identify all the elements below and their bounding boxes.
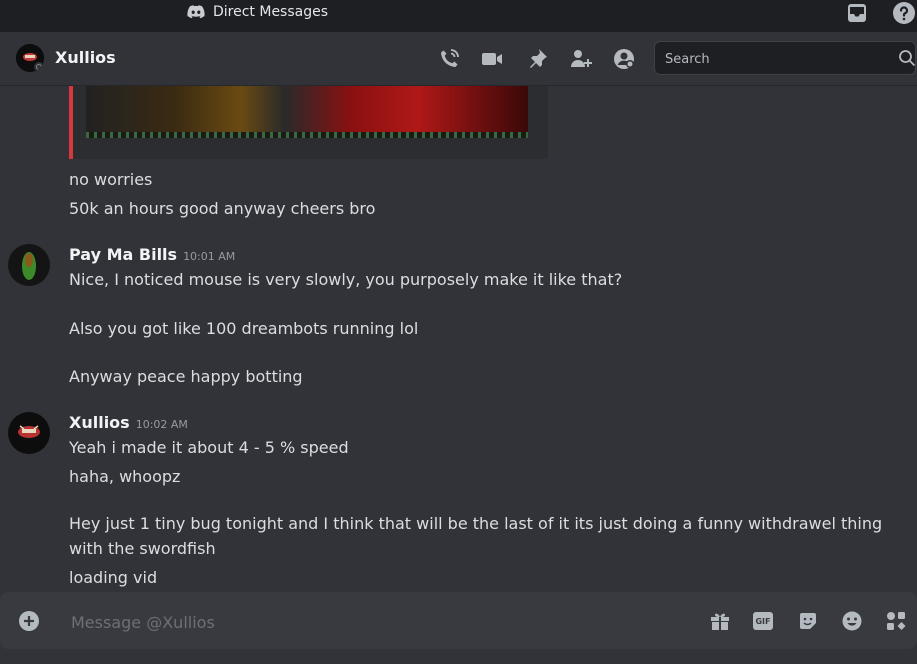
gif-icon[interactable]: GIF bbox=[753, 610, 775, 632]
embed-image[interactable] bbox=[86, 86, 528, 138]
emoji-icon[interactable] bbox=[841, 610, 863, 632]
header-username: Xullios bbox=[55, 48, 116, 67]
sticker-icon[interactable] bbox=[797, 610, 819, 632]
avatar-image bbox=[8, 412, 50, 454]
discord-icon bbox=[187, 5, 205, 19]
message-author[interactable]: Pay Ma Bills 10:01 AM bbox=[69, 245, 235, 264]
author-name[interactable]: Xullios bbox=[69, 413, 130, 432]
inbox-icon bbox=[848, 4, 866, 22]
message-text: loading vid bbox=[69, 568, 158, 587]
message-timestamp: 10:01 AM bbox=[183, 250, 236, 263]
message-timestamp: 10:02 AM bbox=[135, 418, 188, 431]
message-text: Yeah i made it about 4 - 5 % speed bbox=[69, 438, 349, 457]
user-avatar[interactable] bbox=[8, 412, 50, 454]
message-text: 50k an hours good anyway cheers bro bbox=[69, 199, 376, 218]
profile-icon[interactable] bbox=[612, 47, 636, 71]
message-input[interactable] bbox=[69, 610, 673, 634]
pin-icon[interactable] bbox=[525, 47, 549, 71]
message-list: no worries 50k an hours good anyway chee… bbox=[0, 86, 917, 592]
message-text: Nice, I noticed mouse is very slowly, yo… bbox=[69, 270, 623, 289]
titlebar: Direct Messages bbox=[0, 0, 917, 26]
help-button[interactable] bbox=[892, 1, 916, 29]
message-text: Anyway peace happy botting bbox=[69, 367, 303, 386]
apps-icon[interactable] bbox=[885, 610, 907, 632]
gif-label: GIF bbox=[755, 616, 771, 626]
message-text: haha, whoopz bbox=[69, 467, 181, 486]
message-composer[interactable]: GIF bbox=[0, 592, 917, 649]
gift-icon[interactable] bbox=[709, 610, 731, 632]
add-friend-icon[interactable] bbox=[569, 47, 593, 71]
titlebar-title: Direct Messages bbox=[213, 4, 329, 20]
search-input[interactable] bbox=[663, 48, 887, 70]
plus-icon[interactable] bbox=[18, 610, 40, 632]
avatar-image bbox=[8, 244, 50, 286]
inbox-button[interactable] bbox=[846, 2, 868, 28]
message-author[interactable]: Xullios 10:02 AM bbox=[69, 413, 188, 432]
dm-header: Xullios bbox=[0, 32, 917, 86]
message-text: Also you got like 100 dreambots running … bbox=[69, 319, 419, 338]
help-icon bbox=[893, 2, 915, 24]
status-indicator bbox=[34, 62, 44, 72]
header-avatar[interactable] bbox=[16, 44, 44, 72]
message-text: Hey just 1 tiny bug tonight and I think … bbox=[69, 514, 883, 558]
call-icon[interactable] bbox=[437, 47, 461, 71]
image-embed[interactable] bbox=[69, 86, 548, 159]
message-text: no worries bbox=[69, 170, 153, 189]
composer-area: GIF bbox=[0, 592, 917, 664]
user-avatar[interactable] bbox=[8, 244, 50, 286]
author-name[interactable]: Pay Ma Bills bbox=[69, 245, 177, 264]
video-icon[interactable] bbox=[480, 47, 504, 71]
search-icon bbox=[899, 50, 916, 67]
titlebar-brand: Direct Messages bbox=[187, 4, 328, 20]
search-box[interactable] bbox=[654, 41, 916, 75]
